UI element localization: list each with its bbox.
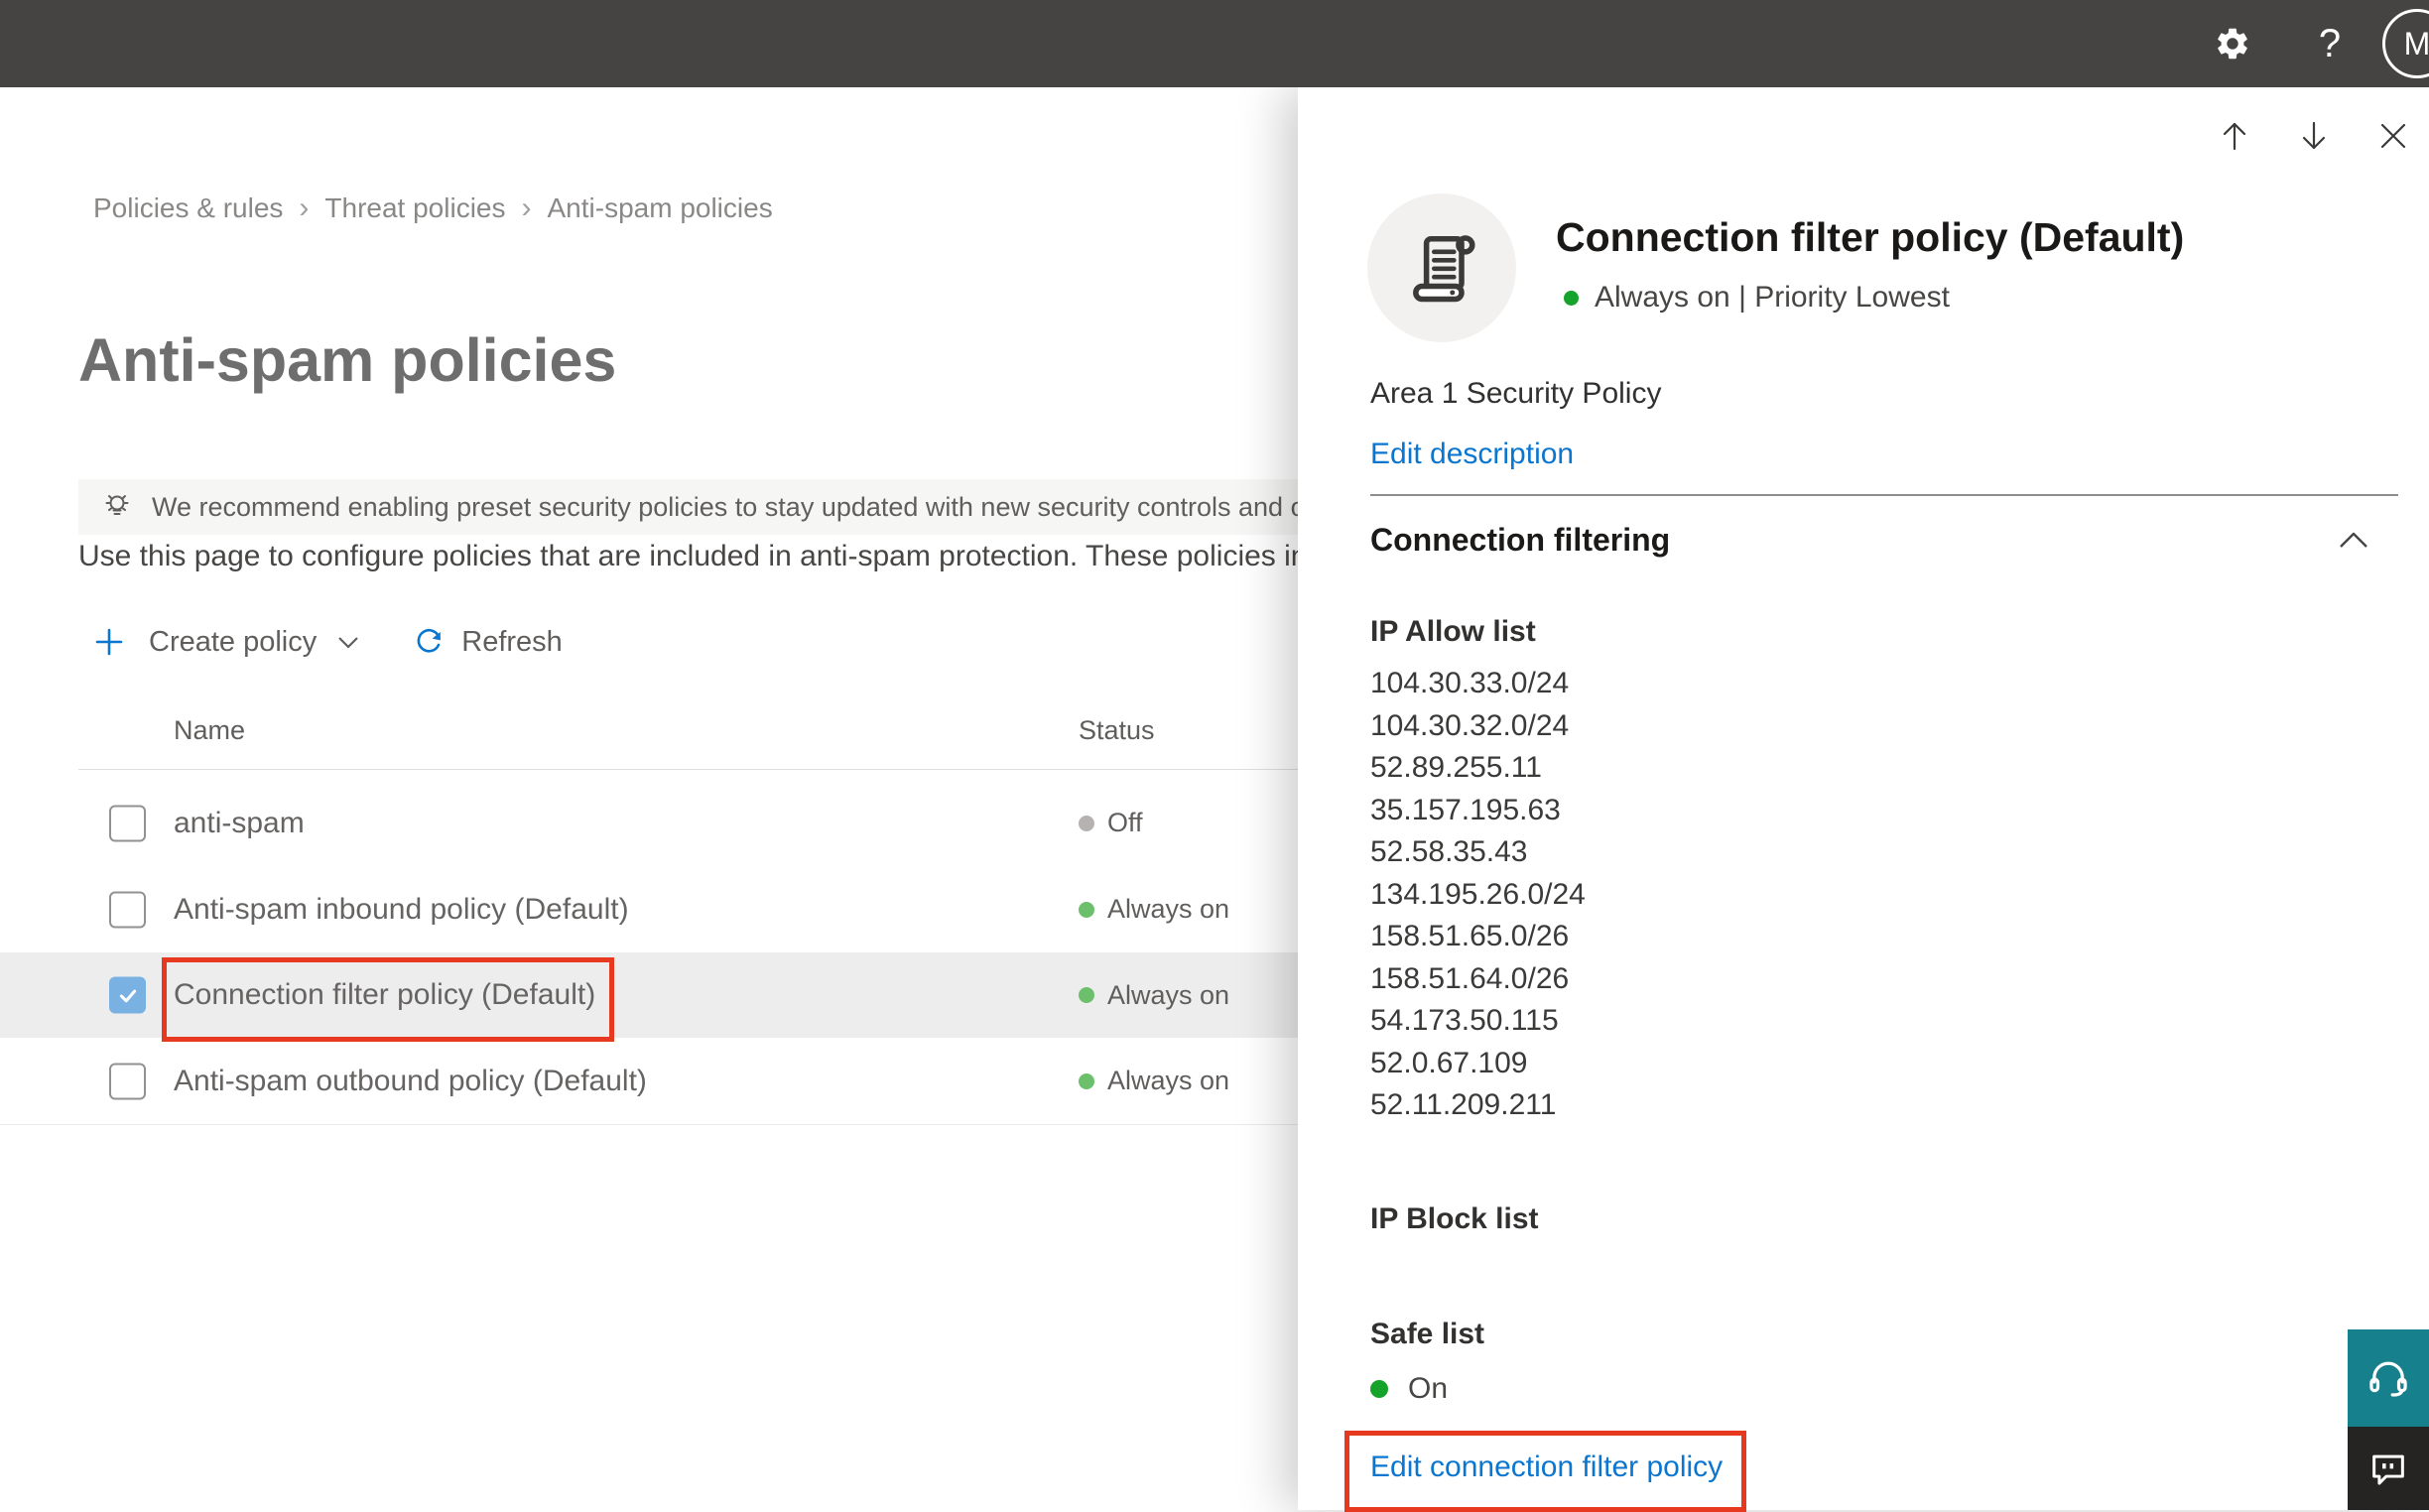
page-title: Anti-spam policies	[78, 326, 617, 394]
arrow-up-icon	[2217, 118, 2252, 154]
row-checkbox-checked[interactable]	[109, 976, 146, 1014]
ip-block-list-title: IP Block list	[1370, 1202, 1539, 1235]
policy-icon-circle	[1367, 193, 1516, 342]
ip-allow-list: 104.30.33.0/24 104.30.32.0/24 52.89.255.…	[1370, 663, 1586, 1127]
next-item-button[interactable]	[2296, 118, 2332, 154]
status-dot-on	[1079, 987, 1094, 1003]
status-label: Always on	[1107, 894, 1230, 924]
create-policy-button[interactable]: Create policy	[93, 626, 360, 659]
ip-entry: 134.195.26.0/24	[1370, 877, 1586, 911]
connection-filtering-section-header[interactable]: Connection filtering	[1370, 522, 2398, 567]
previous-item-button[interactable]	[2217, 118, 2252, 154]
plus-icon	[93, 626, 125, 658]
scroll-icon	[1402, 228, 1481, 308]
status-dot-on	[1564, 290, 1579, 306]
ip-allow-list-title: IP Allow list	[1370, 615, 1536, 648]
status-dot-on	[1079, 1072, 1094, 1089]
headset-icon	[2365, 1355, 2411, 1401]
settings-button[interactable]	[2199, 0, 2266, 87]
column-header-name[interactable]: Name	[174, 715, 245, 746]
ip-entry: 104.30.33.0/24	[1370, 667, 1570, 699]
ip-entry: 158.51.65.0/26	[1370, 920, 1570, 952]
support-button[interactable]	[2348, 1329, 2429, 1427]
breadcrumb: Policies & rules › Threat policies › Ant…	[93, 192, 773, 224]
status-label: Always on	[1107, 979, 1230, 1010]
divider	[1370, 494, 2398, 496]
section-title: Connection filtering	[1370, 522, 1671, 558]
close-icon	[2376, 119, 2410, 153]
chevron-right-icon: ›	[521, 191, 532, 224]
policy-name: anti-spam	[174, 807, 305, 839]
refresh-icon	[412, 625, 446, 659]
question-mark-icon: ?	[2318, 21, 2342, 65]
ip-entry: 158.51.64.0/26	[1370, 961, 1570, 995]
refresh-button[interactable]: Refresh	[412, 625, 563, 659]
banner-text: We recommend enabling preset security po…	[152, 491, 1449, 522]
status-label: Off	[1107, 808, 1143, 837]
create-policy-label: Create policy	[149, 625, 318, 658]
ip-entry: 52.89.255.11	[1370, 751, 1542, 784]
breadcrumb-anti-spam-policies: Anti-spam policies	[547, 192, 773, 223]
account-button[interactable]: M	[2381, 0, 2429, 87]
column-header-status[interactable]: Status	[1079, 715, 1155, 746]
safe-list-status: On	[1370, 1371, 1448, 1407]
chevron-down-icon	[336, 634, 360, 650]
toolbar: Create policy Refresh	[93, 617, 563, 667]
edit-connection-filter-policy-link[interactable]: Edit connection filter policy	[1370, 1450, 1723, 1484]
gear-icon	[2214, 25, 2251, 63]
status-dot-off	[1079, 815, 1094, 831]
row-checkbox[interactable]	[109, 805, 146, 841]
flyout-status: Always on | Priority Lowest	[1564, 280, 1950, 315]
policy-description: Area 1 Security Policy	[1370, 377, 1662, 410]
flyout-title: Connection filter policy (Default)	[1556, 214, 2185, 260]
safe-list-title: Safe list	[1370, 1318, 1485, 1350]
row-checkbox[interactable]	[109, 1063, 146, 1099]
help-button[interactable]: ?	[2298, 0, 2362, 87]
breadcrumb-threat-policies[interactable]: Threat policies	[324, 192, 505, 224]
top-bar: ? M	[0, 0, 2429, 87]
avatar: M	[2382, 9, 2429, 78]
feedback-chat-icon	[2367, 1448, 2409, 1489]
policy-name: Anti-spam inbound policy (Default)	[174, 893, 629, 926]
flyout-status-text: Always on | Priority Lowest	[1595, 281, 1950, 314]
arrow-down-icon	[2296, 118, 2332, 154]
edit-description-link[interactable]: Edit description	[1370, 438, 1574, 471]
status-dot-on	[1079, 901, 1094, 918]
policy-name: Connection filter policy (Default)	[174, 978, 596, 1011]
ip-entry: 104.30.32.0/24	[1370, 708, 1570, 742]
status-dot-on	[1370, 1380, 1388, 1398]
row-checkbox[interactable]	[109, 891, 146, 928]
ip-entry: 54.173.50.115	[1370, 1004, 1559, 1037]
close-button[interactable]	[2375, 118, 2411, 154]
feedback-button[interactable]	[2348, 1427, 2429, 1510]
safe-list-status-text: On	[1408, 1372, 1449, 1405]
policy-name: Anti-spam outbound policy (Default)	[174, 1065, 647, 1097]
status-label: Always on	[1107, 1066, 1230, 1095]
chevron-up-icon[interactable]	[2337, 530, 2370, 552]
check-icon	[119, 989, 136, 1002]
ip-entry: 52.11.209.211	[1370, 1088, 1557, 1121]
ip-entry: 52.58.35.43	[1370, 835, 1528, 868]
details-flyout: Connection filter policy (Default) Alway…	[1298, 87, 2429, 1510]
breadcrumb-policies-rules[interactable]: Policies & rules	[93, 192, 283, 224]
lightbulb-icon	[100, 490, 134, 524]
chevron-right-icon: ›	[299, 191, 310, 224]
ip-entry: 52.0.67.109	[1370, 1046, 1528, 1079]
ip-entry: 35.157.195.63	[1370, 793, 1561, 826]
refresh-label: Refresh	[461, 625, 563, 658]
